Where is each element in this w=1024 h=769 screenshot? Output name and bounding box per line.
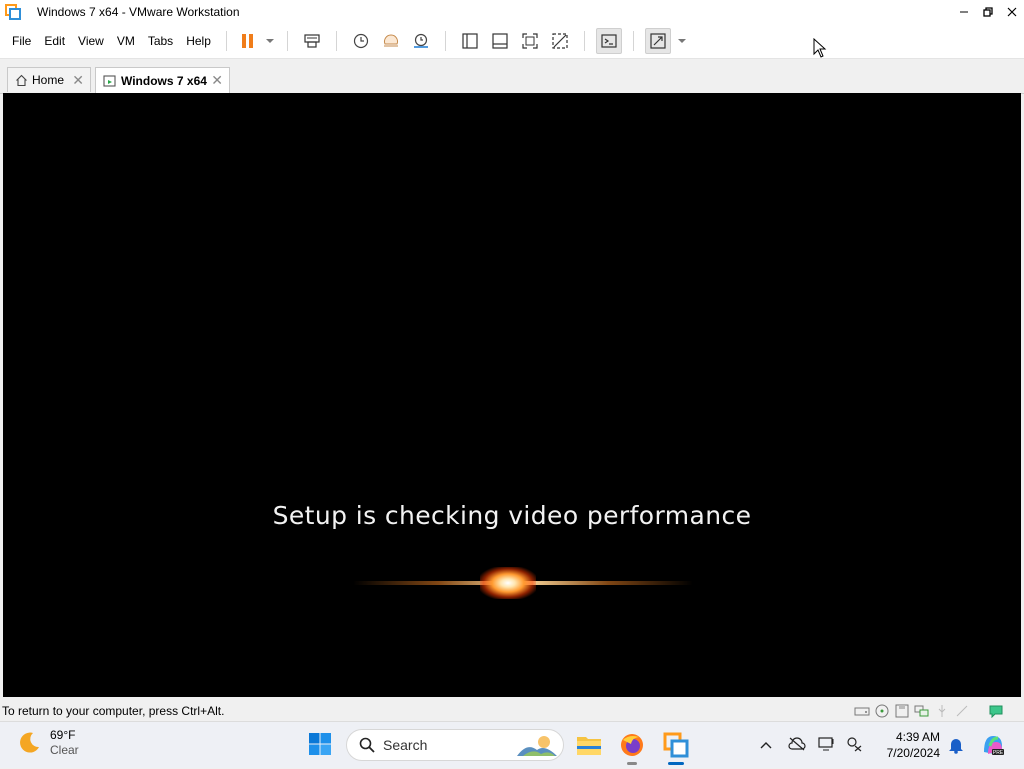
stretch-guest-button[interactable] (644, 28, 671, 54)
taskbar-clock[interactable]: 4:39 AM 7/20/2024 (887, 729, 940, 761)
search-highlight-icon (517, 736, 557, 756)
svg-text:PRE: PRE (993, 750, 1004, 756)
chevron-down-icon (265, 39, 274, 43)
firefox-icon (621, 734, 643, 756)
weather-condition: Clear (50, 743, 79, 757)
weather-widget[interactable]: 69°F Clear (16, 728, 79, 758)
notification-bell-icon[interactable] (948, 736, 964, 757)
menu-file[interactable]: File (6, 24, 37, 58)
search-icon (359, 737, 375, 753)
message-log-icon[interactable] (988, 703, 1004, 719)
toolbar-divider (286, 31, 288, 51)
toolbar-divider (583, 31, 585, 51)
toolbar-divider (444, 31, 446, 51)
console-view-button[interactable] (595, 28, 622, 54)
pause-dropdown[interactable] (262, 28, 276, 54)
tab-home[interactable]: Home ✕ (7, 67, 91, 92)
setup-status-message: Setup is checking video performance (272, 501, 752, 530)
clock-time: 4:39 AM (895, 730, 940, 744)
cd-dvd-icon[interactable] (874, 703, 890, 719)
close-icon[interactable]: ✕ (211, 72, 223, 89)
menu-view[interactable]: View (72, 24, 110, 58)
window-controls (952, 0, 1024, 24)
sound-card-icon[interactable] (954, 703, 970, 719)
windows-logo-icon (309, 733, 331, 755)
usb-icon[interactable] (934, 703, 950, 719)
revert-clock-icon (383, 34, 398, 47)
unity-icon (552, 33, 568, 49)
restore-button[interactable] (976, 0, 1000, 24)
window-title: Windows 7 x64 - VMware Workstation (37, 5, 240, 19)
hard-disk-icon[interactable] (854, 703, 870, 719)
vmware-icon (663, 732, 689, 758)
chevron-down-icon (677, 39, 686, 43)
copilot-icon[interactable]: PRE (980, 732, 1006, 761)
snapshot-manager-button[interactable] (408, 28, 434, 54)
close-icon[interactable]: ✕ (72, 72, 84, 89)
close-button[interactable] (1000, 0, 1024, 24)
folder-icon (577, 737, 601, 755)
full-screen-button[interactable] (517, 28, 543, 54)
toolbar-divider (632, 31, 634, 51)
snapshot-manager-icon (413, 33, 428, 48)
cloud-offline-icon[interactable] (788, 737, 806, 754)
status-message: To return to your computer, press Ctrl+A… (2, 704, 225, 718)
toolbar-divider (225, 31, 227, 51)
stretch-icon (650, 33, 666, 49)
stretch-dropdown[interactable] (675, 28, 687, 54)
unity-button[interactable] (547, 28, 573, 54)
clock-date: 7/20/2024 (886, 746, 940, 760)
vmware-app-icon[interactable] (5, 4, 21, 20)
taskbar-vmware[interactable] (662, 731, 690, 765)
running-indicator (627, 762, 637, 765)
thumbnail-bar-button[interactable] (487, 28, 513, 54)
device-status-icons (854, 703, 1004, 719)
moon-icon (20, 732, 39, 753)
taskbar-file-explorer[interactable] (575, 731, 603, 759)
pause-button[interactable] (238, 28, 258, 54)
tab-windows7[interactable]: Windows 7 x64 ✕ (95, 67, 230, 93)
bottom-panel-layout-icon (492, 33, 508, 49)
start-button[interactable] (308, 732, 332, 756)
sidebar-layout-icon (462, 33, 478, 49)
toolbar-divider (335, 31, 337, 51)
keyboard-icon (304, 34, 320, 48)
fullscreen-icon (522, 33, 538, 49)
progress-glow-orb (480, 567, 536, 599)
windows-taskbar: 69°F Clear Search 4:39 AM 7/20/2024 PRE (0, 721, 1024, 768)
status-bar: To return to your computer, press Ctrl+A… (0, 701, 1024, 721)
revert-snapshot-button[interactable] (378, 28, 404, 54)
home-icon (15, 74, 28, 87)
menu-tabs[interactable]: Tabs (142, 24, 179, 58)
pause-icon (241, 34, 253, 48)
vm-icon (103, 74, 117, 88)
take-snapshot-button[interactable] (348, 28, 374, 54)
menu-edit[interactable]: Edit (38, 24, 71, 58)
vm-display[interactable]: Setup is checking video performance (3, 93, 1021, 697)
terminal-icon (601, 34, 617, 48)
tab-bar: Home ✕ Windows 7 x64 ✕ (0, 59, 1024, 94)
menu-vm[interactable]: VM (111, 24, 141, 58)
search-placeholder: Search (383, 737, 428, 753)
network-adapter-icon[interactable] (914, 703, 930, 719)
display-icon[interactable] (818, 736, 836, 755)
network-offline-icon[interactable] (846, 736, 862, 755)
weather-temperature: 69°F (50, 728, 76, 742)
active-indicator (668, 762, 684, 765)
taskbar-firefox[interactable] (618, 731, 646, 765)
tab-windows7-label: Windows 7 x64 (121, 73, 207, 88)
menu-help[interactable]: Help (180, 24, 217, 58)
tab-home-label: Home (32, 73, 65, 87)
floppy-icon[interactable] (894, 703, 910, 719)
system-tray (760, 722, 862, 769)
show-library-button[interactable] (457, 28, 483, 54)
title-bar: Windows 7 x64 - VMware Workstation (0, 0, 1024, 24)
chevron-up-icon[interactable] (760, 739, 772, 753)
clock-icon (353, 33, 368, 49)
taskbar-search[interactable]: Search (346, 729, 564, 761)
minimize-button[interactable] (952, 0, 976, 24)
mouse-cursor-icon (813, 38, 827, 58)
send-ctrl-alt-del-button[interactable] (299, 28, 325, 54)
menu-toolbar: File Edit View VM Tabs Help (0, 24, 1024, 59)
